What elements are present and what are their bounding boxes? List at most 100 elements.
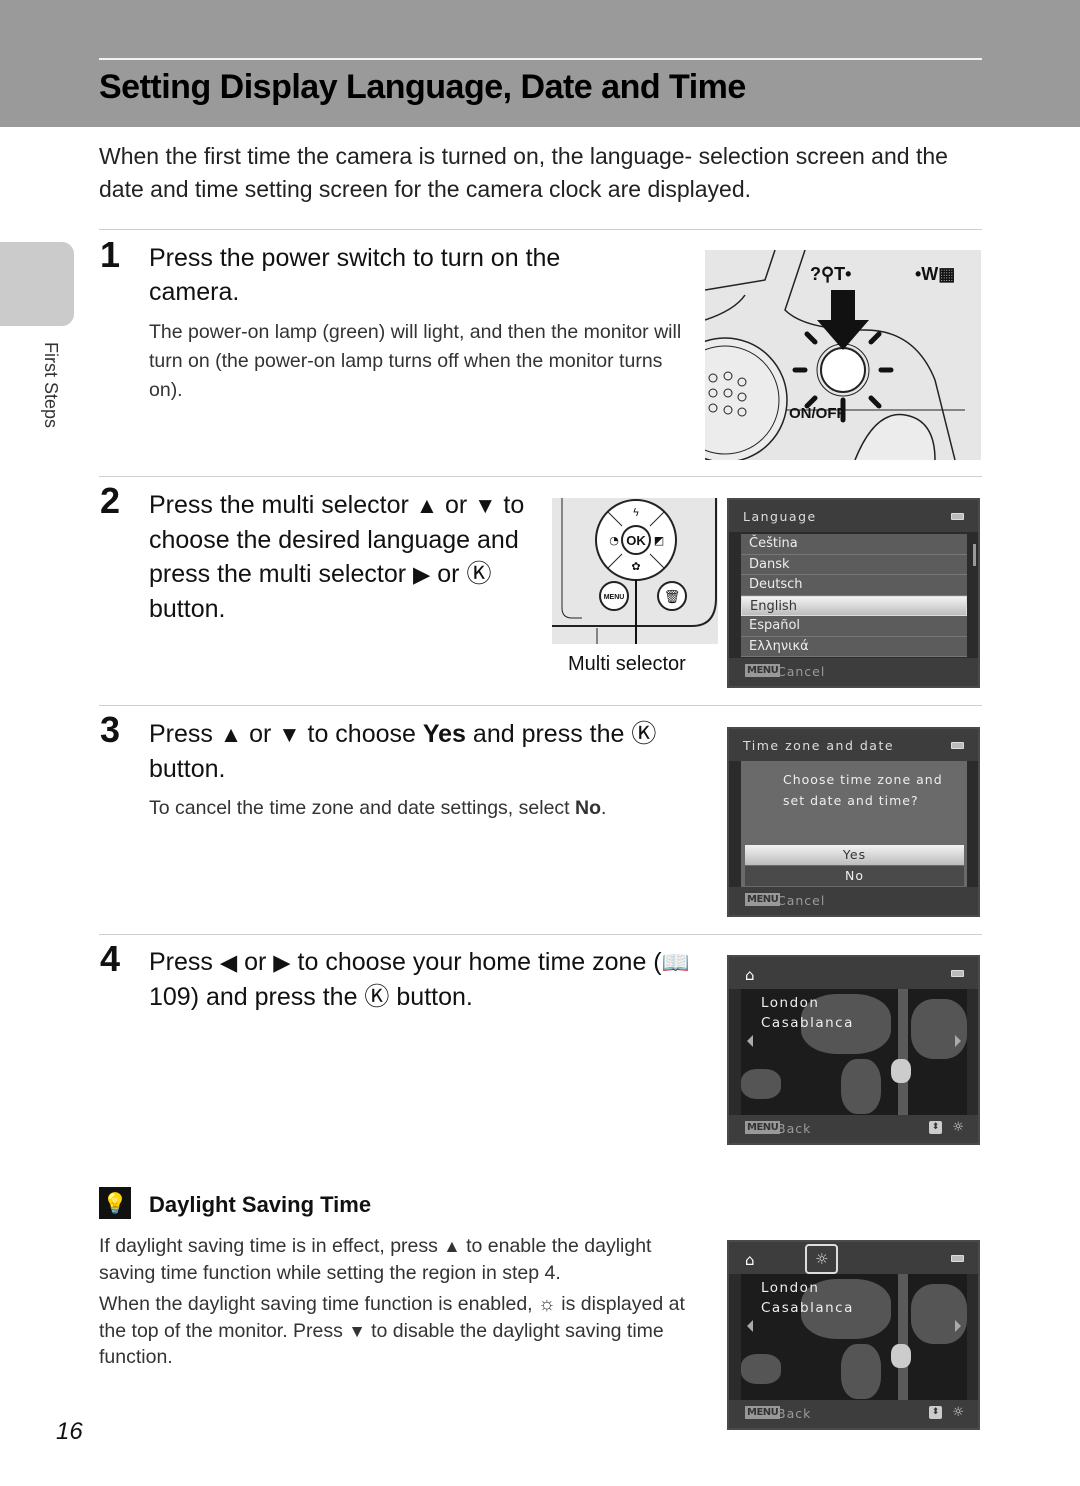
australia-shape xyxy=(741,1354,781,1384)
step-4-number: 4 xyxy=(100,938,121,979)
text: or xyxy=(430,560,467,588)
home-icon: ⌂ xyxy=(745,966,755,984)
page-reference: 109) and press the xyxy=(149,983,365,1011)
multi-selector-illustration: OK ϟ ◔ ◩ ✿ MENU 🗑 xyxy=(552,498,718,644)
step-3-subtext: To cancel the time zone and date setting… xyxy=(149,794,709,823)
header-rule xyxy=(99,58,982,60)
text: or xyxy=(438,491,475,519)
ok-button-icon: Ⓚ xyxy=(466,560,492,588)
text: or xyxy=(237,948,274,976)
language-item[interactable]: Dansk xyxy=(741,554,967,575)
city-label: Casablanca xyxy=(761,1300,854,1316)
multi-selector-caption: Multi selector xyxy=(568,653,686,675)
screen-header: Time zone and date xyxy=(729,729,978,761)
tip-title: Daylight Saving Time xyxy=(149,1192,372,1217)
screen-footer: MENU Back ⬍ ☼ xyxy=(729,1400,978,1428)
text: button. xyxy=(149,595,226,623)
daylight-saving-icon: ☼ xyxy=(952,1405,964,1420)
language-item[interactable]: Čeština xyxy=(741,534,967,555)
right-arrow-icon[interactable] xyxy=(955,1035,961,1047)
book-reference-icon: 📖 xyxy=(661,950,690,975)
tip-lightbulb-icon: 💡 xyxy=(99,1187,131,1219)
cancel-label: Cancel xyxy=(777,664,826,679)
left-arrow-icon: ◀ xyxy=(219,950,238,975)
australia-shape xyxy=(741,1069,781,1099)
step-1-number: 1 xyxy=(100,234,121,275)
question-line: Choose time zone and xyxy=(783,772,943,787)
question-line: set date and time? xyxy=(783,793,919,808)
header-band xyxy=(0,0,1080,127)
tip-paragraph-1: If daylight saving time is in effect, pr… xyxy=(99,1233,699,1286)
right-arrow-icon: ▶ xyxy=(413,562,431,587)
text: Press xyxy=(149,720,220,748)
scrollbar[interactable] xyxy=(973,544,976,566)
step-3-number: 3 xyxy=(100,709,121,750)
city-label: Casablanca xyxy=(761,1015,854,1031)
text: To cancel the time zone and date setting… xyxy=(149,797,576,819)
yes-option[interactable]: Yes xyxy=(745,845,964,865)
screen-footer: MENU Cancel xyxy=(729,658,978,686)
camera-top-drawing: ON/OFF ?⚲T• •W▦ xyxy=(705,250,965,460)
language-item[interactable]: Deutsch xyxy=(741,575,967,596)
intro-paragraph: When the first time the camera is turned… xyxy=(99,143,948,202)
world-map: London Casablanca xyxy=(741,989,967,1117)
text: and press the xyxy=(465,720,632,748)
text: When the daylight saving time function i… xyxy=(99,1293,539,1315)
divider xyxy=(99,229,982,230)
section-tab xyxy=(0,242,74,326)
text: to choose your home time zone ( xyxy=(290,948,662,976)
south-america-shape xyxy=(841,1059,881,1114)
svg-text:OK: OK xyxy=(626,533,646,548)
step-1-subtext: The power-on lamp (green) will light, an… xyxy=(149,321,682,401)
ok-button-icon: Ⓚ xyxy=(364,983,390,1011)
up-down-icon: ⬍ xyxy=(929,1406,942,1419)
screen-header: Language xyxy=(729,500,978,532)
selected-time-zone-band xyxy=(898,989,908,1117)
daylight-saving-screen: ⌂ ☼ London Casablanca MENU Back ⬍ ☼ xyxy=(727,1240,980,1430)
step-4-text: Press ◀ or ▶ to choose your home time zo… xyxy=(149,945,709,1014)
text: . xyxy=(601,797,607,819)
language-item[interactable]: Español xyxy=(741,616,967,637)
no-emphasis: No xyxy=(575,797,602,819)
step-1-text: Press the power switch to turn on the ca… xyxy=(149,244,561,306)
svg-text:🗑: 🗑 xyxy=(664,589,681,605)
eurasia-shape xyxy=(911,999,967,1059)
dialog-body: Choose time zone and set date and time? … xyxy=(741,761,967,889)
screen-header: ⌂ ☼ xyxy=(729,1242,978,1274)
screen-footer: MENU Back ⬍ ☼ xyxy=(729,1115,978,1143)
page-number: 16 xyxy=(56,1418,83,1445)
down-arrow-icon: ▼ xyxy=(278,722,301,747)
world-map: London Casablanca xyxy=(741,1274,967,1402)
svg-text:MENU: MENU xyxy=(604,594,625,601)
up-down-icon: ⬍ xyxy=(929,1121,942,1134)
menu-button-icon: MENU xyxy=(745,1121,781,1134)
battery-icon xyxy=(951,513,964,520)
cancel-label: Cancel xyxy=(777,893,826,908)
power-switch-illustration: ON/OFF ?⚲T• •W▦ xyxy=(705,250,981,460)
step-3-text: Press ▲ or ▼ to choose Yes and press the… xyxy=(149,717,709,786)
language-item-selected[interactable]: English xyxy=(741,595,967,616)
eurasia-shape xyxy=(911,1284,967,1344)
page-title: Setting Display Language, Date and Time xyxy=(99,68,746,106)
language-item[interactable]: Ελληνικά xyxy=(741,636,967,657)
battery-icon xyxy=(951,1255,964,1262)
yes-emphasis: Yes xyxy=(422,720,466,748)
no-option[interactable]: No xyxy=(745,866,964,886)
menu-button-icon: MENU xyxy=(745,664,781,677)
city-label: London xyxy=(761,995,820,1011)
south-america-shape xyxy=(841,1344,881,1399)
daylight-saving-icon: ☼ xyxy=(538,1293,556,1315)
left-arrow-icon[interactable] xyxy=(747,1320,753,1332)
dialog-question: Choose time zone and set date and time? xyxy=(783,769,943,811)
divider xyxy=(99,705,982,706)
step-2-number: 2 xyxy=(100,480,121,521)
left-arrow-icon[interactable] xyxy=(747,1035,753,1047)
africa-highlight xyxy=(891,1344,911,1368)
language-list: Čeština Dansk Deutsch English Español Ελ… xyxy=(741,534,967,657)
right-arrow-icon: ▶ xyxy=(273,950,291,975)
text: If daylight saving time is in effect, pr… xyxy=(99,1235,444,1257)
text: or xyxy=(242,720,279,748)
selected-time-zone-band xyxy=(898,1274,908,1402)
right-arrow-icon[interactable] xyxy=(955,1320,961,1332)
time-zone-dialog-screen: Time zone and date Choose time zone and … xyxy=(727,727,980,917)
